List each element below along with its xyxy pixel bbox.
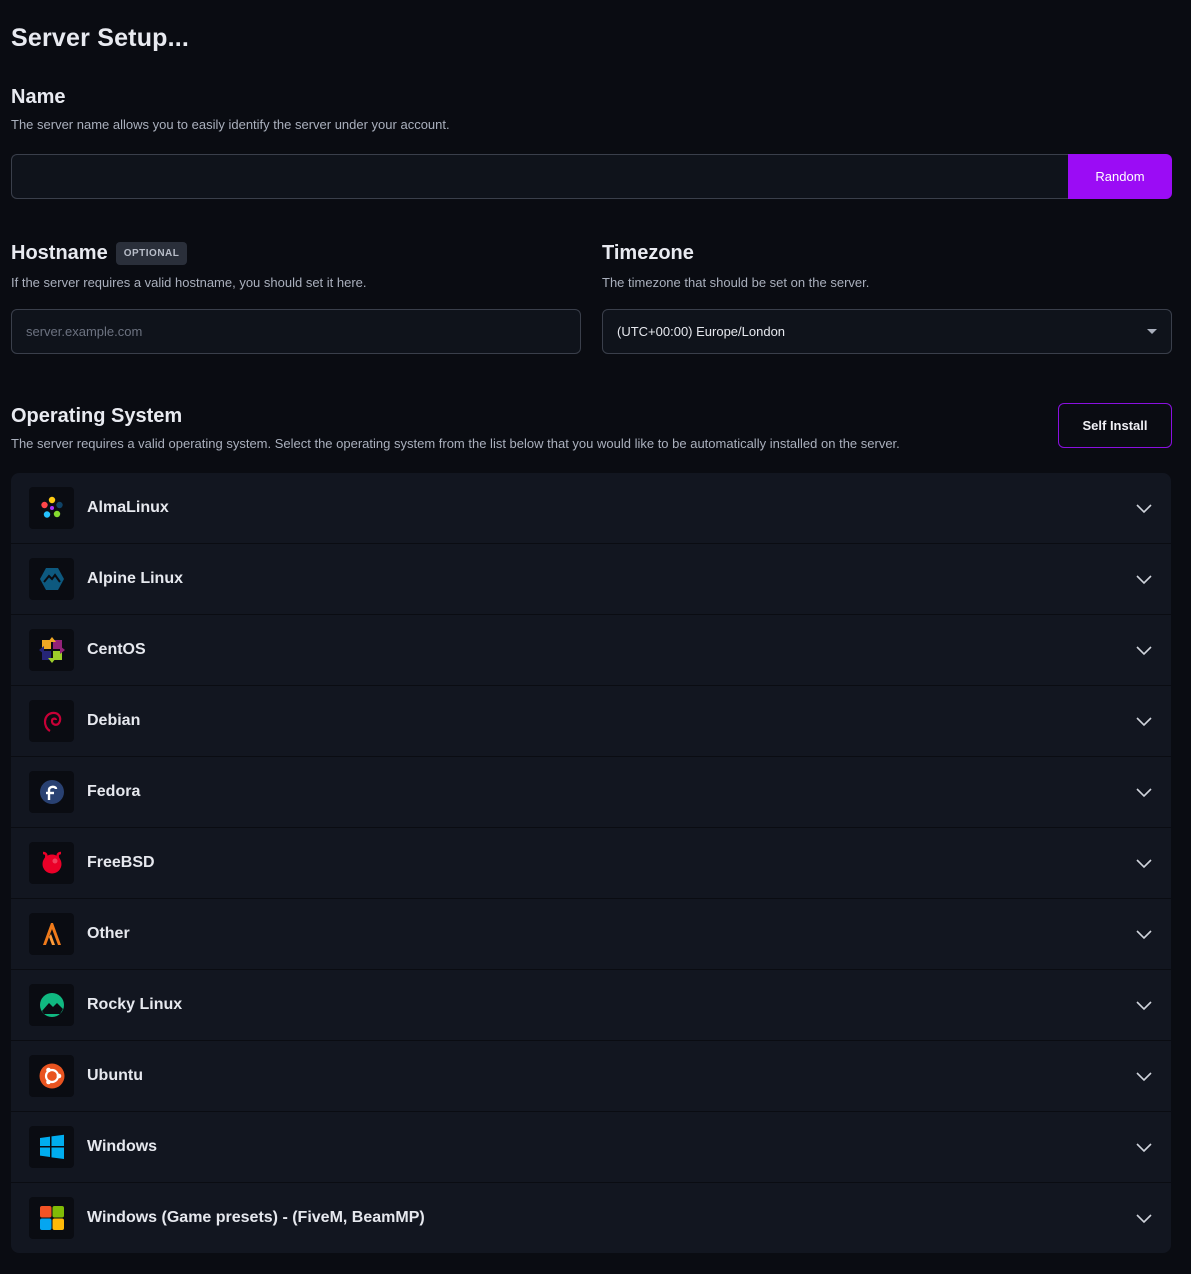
timezone-section: Timezone The timezone that should be set… xyxy=(602,240,1172,354)
os-item-label: Other xyxy=(87,925,130,942)
name-description: The server name allows you to easily ide… xyxy=(11,117,450,132)
os-item-label: Windows xyxy=(87,1138,158,1155)
server-name-input[interactable] xyxy=(11,154,1068,199)
chevron-down-icon xyxy=(1136,1001,1152,1011)
os-item-label: Ubuntu xyxy=(87,1067,143,1084)
chevron-down-icon xyxy=(1136,504,1152,514)
os-item-label: FreeBSD xyxy=(87,854,155,871)
optional-badge: OPTIONAL xyxy=(115,241,188,265)
os-list: AlmaLinux Alpine Linux CentOS Debian Fed… xyxy=(11,473,1171,1253)
os-title: Operating System xyxy=(11,405,183,427)
os-item-almalinux[interactable]: AlmaLinux xyxy=(11,473,1171,544)
hostname-input[interactable] xyxy=(12,310,580,353)
os-item-label: AlmaLinux xyxy=(87,499,169,516)
name-section: Name The server name allows you to easil… xyxy=(11,86,1172,199)
os-item-label: Debian xyxy=(87,712,141,729)
os-item-fedora[interactable]: Fedora xyxy=(11,757,1171,828)
timezone-title: Timezone xyxy=(602,241,694,264)
hostname-section: Hostname OPTIONAL If the server requires… xyxy=(11,240,581,354)
os-item-debian[interactable]: Debian xyxy=(11,686,1171,757)
hostname-title: Hostname xyxy=(11,241,108,264)
chevron-down-icon xyxy=(1136,788,1152,798)
hostname-description: If the server requires a valid hostname,… xyxy=(11,275,367,290)
chevron-down-icon xyxy=(1136,859,1152,869)
os-item-windows-game-presets[interactable]: Windows (Game presets) - (FiveM, BeamMP) xyxy=(11,1183,1171,1253)
os-item-alpine-linux[interactable]: Alpine Linux xyxy=(11,544,1171,615)
fedora-icon xyxy=(29,771,74,813)
hostname-title-row: Hostname OPTIONAL xyxy=(11,240,581,266)
chevron-down-icon xyxy=(1136,1214,1152,1224)
os-item-label: Fedora xyxy=(87,783,141,800)
timezone-description: The timezone that should be set on the s… xyxy=(602,275,870,290)
os-item-label: Alpine Linux xyxy=(87,570,183,587)
timezone-title-row: Timezone xyxy=(602,240,1172,266)
os-item-freebsd[interactable]: FreeBSD xyxy=(11,828,1171,899)
centos-icon xyxy=(29,629,74,671)
os-item-label: Rocky Linux xyxy=(87,996,183,1013)
self-install-button[interactable]: Self Install xyxy=(1058,403,1172,448)
page-title: Server Setup... xyxy=(11,24,190,52)
other-os-icon xyxy=(29,913,74,955)
windows-icon xyxy=(29,1126,74,1168)
chevron-down-icon xyxy=(1136,1143,1152,1153)
name-input-group: Random xyxy=(11,154,1172,199)
hostname-field xyxy=(11,309,581,354)
name-title: Name xyxy=(11,86,66,108)
operating-system-section: Operating System The server requires a v… xyxy=(11,403,1172,451)
alpine-linux-icon xyxy=(29,558,74,600)
timezone-selected-value: (UTC+00:00) Europe/London xyxy=(617,324,786,339)
freebsd-icon xyxy=(29,842,74,884)
chevron-down-icon xyxy=(1136,646,1152,656)
os-item-rocky-linux[interactable]: Rocky Linux xyxy=(11,970,1171,1041)
chevron-down-icon xyxy=(1136,930,1152,940)
ubuntu-icon xyxy=(29,1055,74,1097)
dropdown-caret-icon xyxy=(1147,329,1157,334)
chevron-down-icon xyxy=(1136,575,1152,585)
windows-game-presets-icon xyxy=(29,1197,74,1239)
os-item-centos[interactable]: CentOS xyxy=(11,615,1171,686)
os-item-other[interactable]: Other xyxy=(11,899,1171,970)
random-name-button[interactable]: Random xyxy=(1068,154,1172,199)
os-item-label: Windows (Game presets) - (FiveM, BeamMP) xyxy=(87,1209,425,1226)
rocky-linux-icon xyxy=(29,984,74,1026)
debian-icon xyxy=(29,700,74,742)
os-item-label: CentOS xyxy=(87,641,146,658)
almalinux-icon xyxy=(29,487,74,529)
os-description: The server requires a valid operating sy… xyxy=(11,436,900,451)
chevron-down-icon xyxy=(1136,717,1152,727)
chevron-down-icon xyxy=(1136,1072,1152,1082)
timezone-select[interactable]: (UTC+00:00) Europe/London xyxy=(602,309,1172,354)
os-item-windows[interactable]: Windows xyxy=(11,1112,1171,1183)
os-item-ubuntu[interactable]: Ubuntu xyxy=(11,1041,1171,1112)
